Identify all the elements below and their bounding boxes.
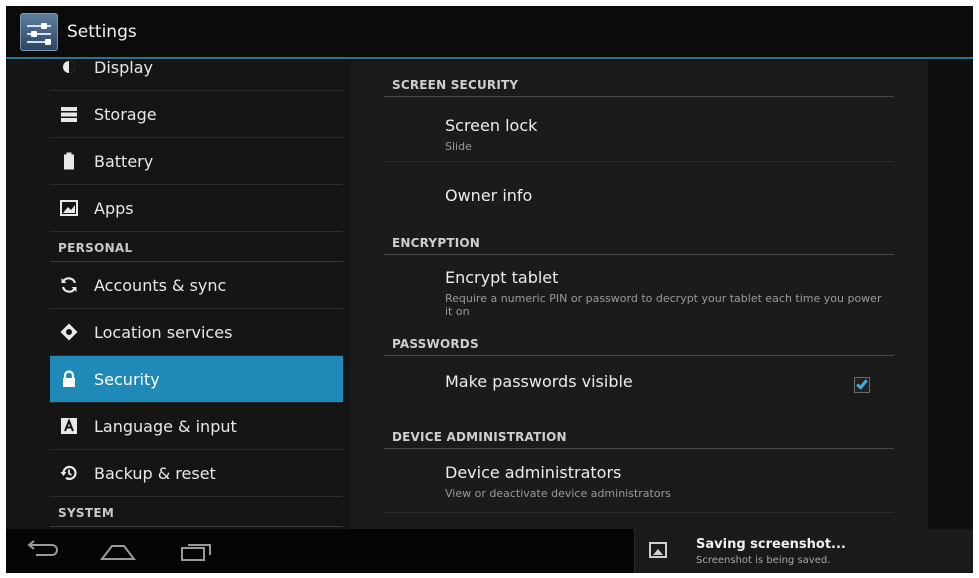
apps-icon [60, 200, 78, 216]
sidebar-item-label: Storage [94, 105, 157, 124]
notification-subtitle: Screenshot is being saved. [696, 555, 831, 566]
action-bar: Settings [6, 6, 973, 59]
home-button[interactable] [96, 537, 140, 565]
setting-title: Make passwords visible [445, 372, 633, 391]
sidebar-item-location-services[interactable]: Location services [50, 309, 343, 356]
display-icon [63, 61, 75, 73]
sidebar-item-display[interactable]: Display [50, 61, 343, 91]
sidebar-item-battery[interactable]: Battery [50, 138, 343, 185]
device-administrators-setting[interactable]: Device administrators View or deactivate… [384, 450, 894, 513]
settings-screen: Settings Display Storage Battery Apps PE… [6, 6, 973, 573]
notification-title: Saving screenshot... [696, 537, 846, 552]
section-header-system: SYSTEM [50, 497, 343, 527]
app-title: Settings [67, 22, 137, 42]
settings-categories: Display Storage Battery Apps PERSONAL Ac… [6, 61, 350, 529]
sidebar-item-security[interactable]: Security [50, 356, 343, 403]
sidebar-item-label: Apps [94, 199, 134, 218]
storage-icon [61, 107, 77, 122]
section-header-label: PASSWORDS [392, 337, 479, 351]
sidebar-item-label: Battery [94, 152, 154, 171]
panel-edge [928, 61, 973, 529]
section-header-personal: PERSONAL [50, 232, 343, 262]
setting-title: Owner info [445, 186, 533, 205]
backup-icon [60, 465, 77, 481]
recent-apps-icon [181, 544, 211, 561]
make-passwords-visible-setting[interactable]: Make passwords visible [384, 357, 894, 419]
security-settings-panel: SCREEN SECURITY Screen lock Slide Owner … [350, 61, 928, 529]
sidebar-item-apps[interactable]: Apps [50, 185, 343, 232]
setting-title: Device administrators [445, 463, 622, 482]
back-button[interactable] [22, 537, 66, 565]
battery-icon [64, 152, 74, 170]
sidebar-item-accounts-sync[interactable]: Accounts & sync [50, 262, 343, 309]
section-header-screen-security: SCREEN SECURITY [384, 67, 894, 97]
sidebar-item-language-input[interactable]: Language & input [50, 403, 343, 450]
back-icon [27, 540, 58, 556]
section-header-device-administration: DEVICE ADMINISTRATION [384, 419, 894, 449]
sidebar-item-label: Location services [94, 323, 233, 342]
section-header-label: SCREEN SECURITY [392, 78, 519, 92]
sidebar-item-label: Backup & reset [94, 464, 216, 483]
section-header-label: ENCRYPTION [392, 236, 481, 250]
setting-summary: Require a numeric PIN or password to dec… [445, 292, 882, 318]
section-header-passwords: PASSWORDS [384, 326, 894, 356]
section-header-label: DEVICE ADMINISTRATION [392, 430, 567, 444]
setting-title: Screen lock [445, 116, 538, 135]
navigation-bar: Saving screenshot... Screenshot is being… [6, 529, 973, 573]
sidebar-item-label: Security [94, 370, 160, 389]
checkmark-icon [856, 377, 868, 390]
make-passwords-visible-checkbox[interactable] [854, 377, 870, 393]
lock-icon [63, 370, 75, 387]
recent-apps-button[interactable] [174, 537, 218, 565]
screen-lock-setting[interactable]: Screen lock Slide [384, 98, 894, 162]
language-icon [61, 418, 77, 434]
sidebar-item-label: Language & input [94, 417, 237, 436]
section-header-label: SYSTEM [58, 506, 115, 520]
screenshot-notification[interactable]: Saving screenshot... Screenshot is being… [634, 529, 973, 573]
setting-title: Encrypt tablet [445, 268, 559, 287]
setting-summary: Slide [445, 140, 472, 153]
image-icon [649, 542, 667, 558]
location-icon [60, 323, 78, 341]
owner-info-setting[interactable]: Owner info [384, 162, 894, 227]
home-icon [99, 545, 137, 560]
setting-summary: View or deactivate device administrators [445, 487, 671, 500]
sync-icon [61, 277, 77, 293]
settings-sliders-icon[interactable] [20, 13, 58, 51]
sidebar-item-backup-reset[interactable]: Backup & reset [50, 450, 343, 497]
section-header-encryption: ENCRYPTION [384, 225, 894, 255]
sidebar-item-storage[interactable]: Storage [50, 91, 343, 138]
sidebar-item-label: Display [94, 61, 153, 77]
encrypt-tablet-setting[interactable]: Encrypt tablet Require a numeric PIN or … [384, 256, 894, 322]
section-header-label: PERSONAL [58, 241, 133, 255]
sidebar-item-label: Accounts & sync [94, 276, 227, 295]
